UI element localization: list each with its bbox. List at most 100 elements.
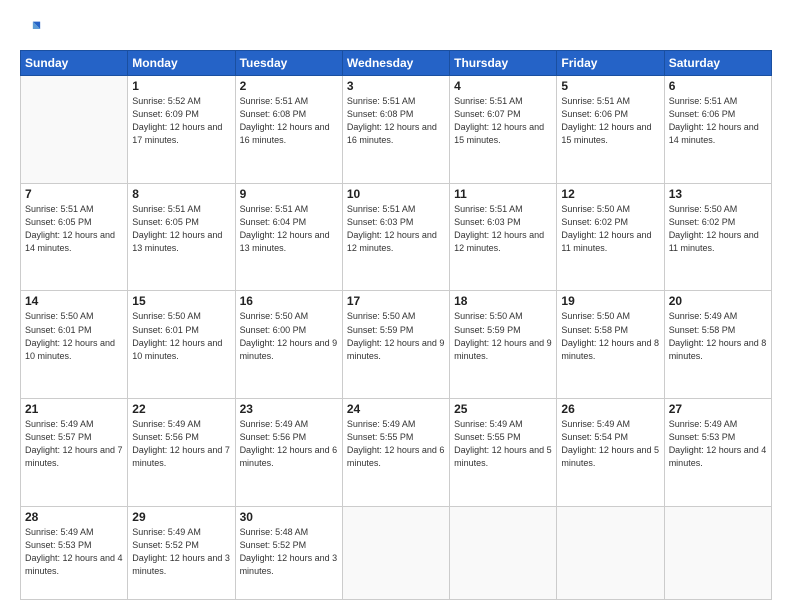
day-number: 21 xyxy=(25,402,123,416)
day-info: Sunrise: 5:50 AM Sunset: 5:59 PM Dayligh… xyxy=(347,310,445,362)
day-number: 27 xyxy=(669,402,767,416)
day-info: Sunrise: 5:51 AM Sunset: 6:05 PM Dayligh… xyxy=(25,203,123,255)
day-number: 24 xyxy=(347,402,445,416)
calendar-day-cell: 6 Sunrise: 5:51 AM Sunset: 6:06 PM Daylig… xyxy=(664,76,771,184)
day-number: 8 xyxy=(132,187,230,201)
calendar-day-cell: 21 Sunrise: 5:49 AM Sunset: 5:57 PM Dayli… xyxy=(21,399,128,507)
calendar-day-cell: 3 Sunrise: 5:51 AM Sunset: 6:08 PM Daylig… xyxy=(342,76,449,184)
day-info: Sunrise: 5:50 AM Sunset: 6:02 PM Dayligh… xyxy=(561,203,659,255)
day-info: Sunrise: 5:49 AM Sunset: 5:55 PM Dayligh… xyxy=(454,418,552,470)
calendar-day-cell: 27 Sunrise: 5:49 AM Sunset: 5:53 PM Dayli… xyxy=(664,399,771,507)
calendar-day-cell: 14 Sunrise: 5:50 AM Sunset: 6:01 PM Dayli… xyxy=(21,291,128,399)
day-number: 1 xyxy=(132,79,230,93)
calendar-day-cell: 10 Sunrise: 5:51 AM Sunset: 6:03 PM Dayli… xyxy=(342,183,449,291)
day-info: Sunrise: 5:49 AM Sunset: 5:56 PM Dayligh… xyxy=(240,418,338,470)
calendar-day-cell: 19 Sunrise: 5:50 AM Sunset: 5:58 PM Dayli… xyxy=(557,291,664,399)
day-info: Sunrise: 5:51 AM Sunset: 6:08 PM Dayligh… xyxy=(347,95,445,147)
calendar-day-cell: 24 Sunrise: 5:49 AM Sunset: 5:55 PM Dayli… xyxy=(342,399,449,507)
weekday-header: Sunday xyxy=(21,51,128,76)
day-info: Sunrise: 5:51 AM Sunset: 6:06 PM Dayligh… xyxy=(669,95,767,147)
day-number: 9 xyxy=(240,187,338,201)
weekday-header: Monday xyxy=(128,51,235,76)
day-number: 13 xyxy=(669,187,767,201)
weekday-header: Thursday xyxy=(450,51,557,76)
day-info: Sunrise: 5:50 AM Sunset: 6:01 PM Dayligh… xyxy=(132,310,230,362)
day-number: 2 xyxy=(240,79,338,93)
calendar-day-cell: 23 Sunrise: 5:49 AM Sunset: 5:56 PM Dayli… xyxy=(235,399,342,507)
day-number: 25 xyxy=(454,402,552,416)
calendar-week-row: 28Sunrise: 5:49 AM Sunset: 5:53 PM Dayli… xyxy=(21,506,772,599)
calendar-week-row: 21 Sunrise: 5:49 AM Sunset: 5:57 PM Dayli… xyxy=(21,399,772,507)
weekday-header: Wednesday xyxy=(342,51,449,76)
calendar-day-cell: 26 Sunrise: 5:49 AM Sunset: 5:54 PM Dayli… xyxy=(557,399,664,507)
calendar-day-cell: 9 Sunrise: 5:51 AM Sunset: 6:04 PM Daylig… xyxy=(235,183,342,291)
calendar-day-cell xyxy=(557,506,664,599)
calendar-table: SundayMondayTuesdayWednesdayThursdayFrid… xyxy=(20,50,772,600)
calendar-day-cell: 25 Sunrise: 5:49 AM Sunset: 5:55 PM Dayli… xyxy=(450,399,557,507)
day-number: 20 xyxy=(669,294,767,308)
day-info: Sunrise: 5:49 AM Sunset: 5:53 PM Dayligh… xyxy=(25,526,123,578)
calendar-day-cell: 29Sunrise: 5:49 AM Sunset: 5:52 PM Dayli… xyxy=(128,506,235,599)
day-number: 11 xyxy=(454,187,552,201)
day-info: Sunrise: 5:49 AM Sunset: 5:56 PM Dayligh… xyxy=(132,418,230,470)
day-info: Sunrise: 5:48 AM Sunset: 5:52 PM Dayligh… xyxy=(240,526,338,578)
day-info: Sunrise: 5:51 AM Sunset: 6:04 PM Dayligh… xyxy=(240,203,338,255)
calendar-week-row: 1 Sunrise: 5:52 AM Sunset: 6:09 PM Daylig… xyxy=(21,76,772,184)
day-info: Sunrise: 5:49 AM Sunset: 5:53 PM Dayligh… xyxy=(669,418,767,470)
day-number: 22 xyxy=(132,402,230,416)
day-info: Sunrise: 5:51 AM Sunset: 6:03 PM Dayligh… xyxy=(347,203,445,255)
day-number: 19 xyxy=(561,294,659,308)
calendar-day-cell xyxy=(450,506,557,599)
day-info: Sunrise: 5:50 AM Sunset: 6:01 PM Dayligh… xyxy=(25,310,123,362)
day-info: Sunrise: 5:50 AM Sunset: 5:59 PM Dayligh… xyxy=(454,310,552,362)
calendar-day-cell: 5Sunrise: 5:51 AM Sunset: 6:06 PM Daylig… xyxy=(557,76,664,184)
day-info: Sunrise: 5:51 AM Sunset: 6:03 PM Dayligh… xyxy=(454,203,552,255)
day-number: 14 xyxy=(25,294,123,308)
day-info: Sunrise: 5:52 AM Sunset: 6:09 PM Dayligh… xyxy=(132,95,230,147)
calendar-day-cell: 17Sunrise: 5:50 AM Sunset: 5:59 PM Dayli… xyxy=(342,291,449,399)
day-info: Sunrise: 5:51 AM Sunset: 6:07 PM Dayligh… xyxy=(454,95,552,147)
calendar-day-cell: 4 Sunrise: 5:51 AM Sunset: 6:07 PM Daylig… xyxy=(450,76,557,184)
calendar-day-cell: 2 Sunrise: 5:51 AM Sunset: 6:08 PM Daylig… xyxy=(235,76,342,184)
day-number: 7 xyxy=(25,187,123,201)
day-info: Sunrise: 5:51 AM Sunset: 6:06 PM Dayligh… xyxy=(561,95,659,147)
calendar-day-cell: 28Sunrise: 5:49 AM Sunset: 5:53 PM Dayli… xyxy=(21,506,128,599)
page: SundayMondayTuesdayWednesdayThursdayFrid… xyxy=(0,0,792,612)
day-number: 3 xyxy=(347,79,445,93)
calendar-day-cell: 22 Sunrise: 5:49 AM Sunset: 5:56 PM Dayli… xyxy=(128,399,235,507)
day-info: Sunrise: 5:49 AM Sunset: 5:54 PM Dayligh… xyxy=(561,418,659,470)
day-number: 12 xyxy=(561,187,659,201)
day-info: Sunrise: 5:51 AM Sunset: 6:05 PM Dayligh… xyxy=(132,203,230,255)
day-info: Sunrise: 5:49 AM Sunset: 5:57 PM Dayligh… xyxy=(25,418,123,470)
day-number: 18 xyxy=(454,294,552,308)
calendar-day-cell: 7 Sunrise: 5:51 AM Sunset: 6:05 PM Daylig… xyxy=(21,183,128,291)
calendar-day-cell: 15Sunrise: 5:50 AM Sunset: 6:01 PM Dayli… xyxy=(128,291,235,399)
day-info: Sunrise: 5:50 AM Sunset: 6:02 PM Dayligh… xyxy=(669,203,767,255)
day-info: Sunrise: 5:49 AM Sunset: 5:55 PM Dayligh… xyxy=(347,418,445,470)
day-number: 4 xyxy=(454,79,552,93)
calendar-day-cell xyxy=(664,506,771,599)
day-number: 16 xyxy=(240,294,338,308)
day-number: 30 xyxy=(240,510,338,524)
logo-icon xyxy=(20,18,42,40)
day-info: Sunrise: 5:50 AM Sunset: 6:00 PM Dayligh… xyxy=(240,310,338,362)
day-number: 26 xyxy=(561,402,659,416)
day-info: Sunrise: 5:50 AM Sunset: 5:58 PM Dayligh… xyxy=(561,310,659,362)
day-number: 23 xyxy=(240,402,338,416)
day-info: Sunrise: 5:51 AM Sunset: 6:08 PM Dayligh… xyxy=(240,95,338,147)
calendar-day-cell xyxy=(342,506,449,599)
calendar-day-cell: 16 Sunrise: 5:50 AM Sunset: 6:00 PM Dayli… xyxy=(235,291,342,399)
day-info: Sunrise: 5:49 AM Sunset: 5:58 PM Dayligh… xyxy=(669,310,767,362)
calendar-day-cell: 8 Sunrise: 5:51 AM Sunset: 6:05 PM Daylig… xyxy=(128,183,235,291)
weekday-header: Tuesday xyxy=(235,51,342,76)
day-number: 6 xyxy=(669,79,767,93)
header xyxy=(20,18,772,40)
calendar-header-row: SundayMondayTuesdayWednesdayThursdayFrid… xyxy=(21,51,772,76)
calendar-day-cell xyxy=(21,76,128,184)
calendar-week-row: 14 Sunrise: 5:50 AM Sunset: 6:01 PM Dayli… xyxy=(21,291,772,399)
calendar-day-cell: 12 Sunrise: 5:50 AM Sunset: 6:02 PM Dayli… xyxy=(557,183,664,291)
day-number: 29 xyxy=(132,510,230,524)
calendar-day-cell: 11 Sunrise: 5:51 AM Sunset: 6:03 PM Dayli… xyxy=(450,183,557,291)
logo xyxy=(20,18,46,40)
day-number: 10 xyxy=(347,187,445,201)
